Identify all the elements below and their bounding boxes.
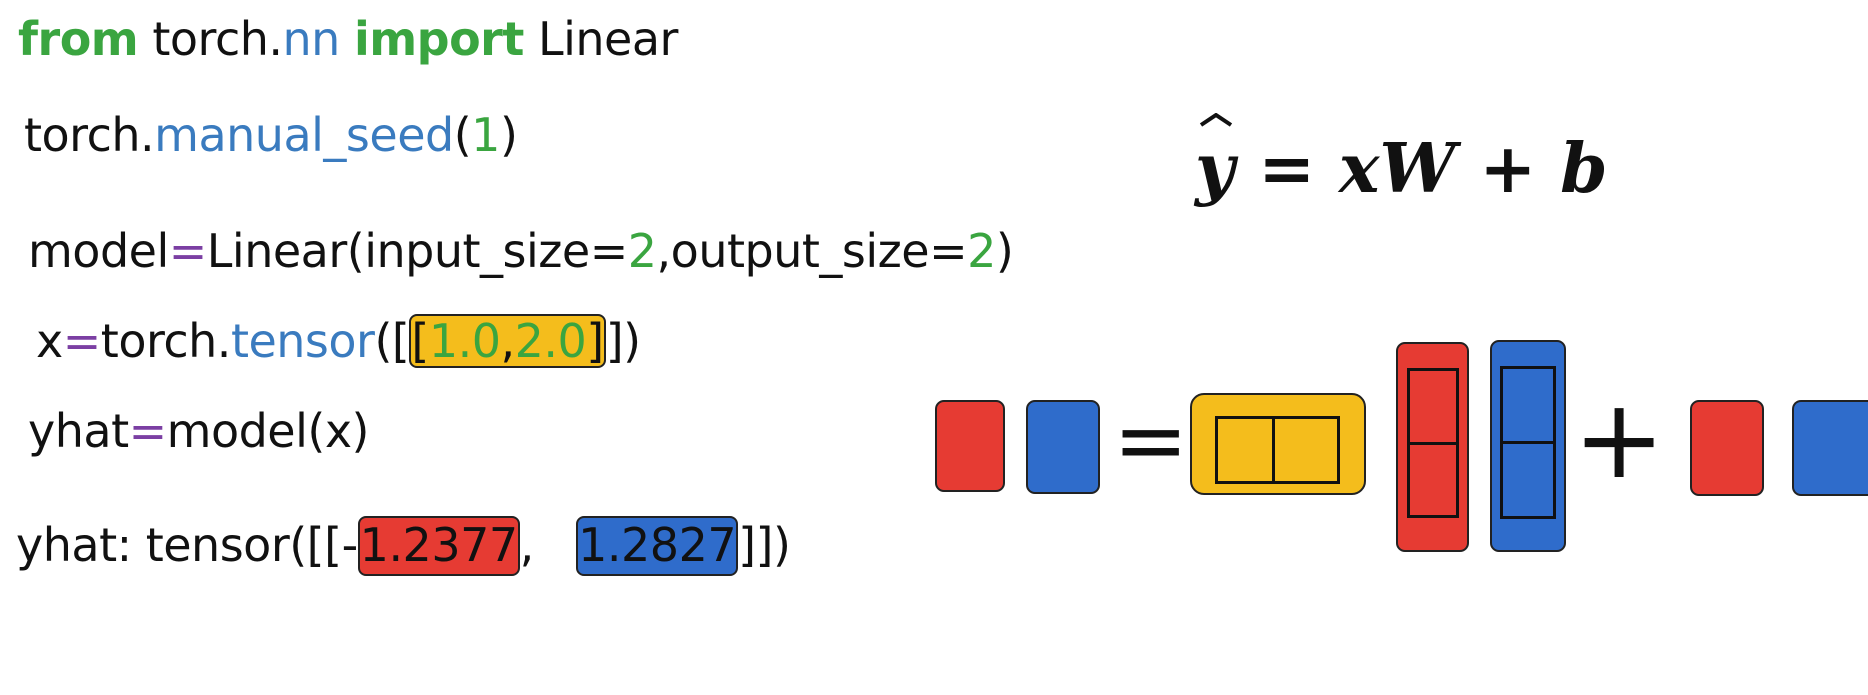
equation-y: y: [1195, 129, 1235, 209]
code-import-line: from torch.nn import Linear: [18, 16, 678, 62]
class-linear: Linear: [537, 12, 678, 66]
output-value-2-highlight: 1.2827: [576, 516, 739, 576]
code-seed-line: torch.manual_seed(1): [24, 112, 518, 158]
output-red-block: [935, 400, 1005, 492]
x-value-2: 2.0: [514, 314, 587, 368]
x-comma: ,: [500, 314, 515, 368]
weight-cell-red-2: [1407, 442, 1459, 518]
linear-equation: y = xW + b: [1195, 113, 1608, 203]
x-value-1: 1.0: [428, 314, 501, 368]
x-assign: =: [62, 314, 102, 368]
x-inner-bracket: [: [411, 314, 429, 368]
x-input-highlight: [1.0,2.0]: [409, 314, 606, 368]
x-inner-bracket-close: ]: [586, 314, 604, 368]
bias-red-block: [1690, 400, 1764, 496]
weight-cell-blue-2: [1500, 441, 1556, 519]
model-input-size: 2: [627, 224, 657, 278]
seed-arg: 1: [471, 108, 500, 162]
bias-blue-block: [1792, 400, 1868, 496]
code-model-line: model=Linear(input_size=2,output_size=2): [28, 228, 1014, 274]
keyword-from: from: [18, 12, 139, 66]
output-separator: ,: [519, 518, 577, 572]
seed-function: manual_seed: [154, 108, 454, 162]
x-tensor-fn: tensor: [230, 314, 375, 368]
module-nn: nn: [282, 12, 341, 66]
model-mid: ,output_size=: [656, 224, 968, 278]
output-blue-block: [1026, 400, 1100, 494]
seed-close-paren: ): [499, 108, 518, 162]
output-close: ]]): [738, 518, 791, 572]
yhat-var: yhat: [28, 404, 129, 458]
hat-accent-icon: [1199, 113, 1233, 127]
equation-yhat: y: [1195, 113, 1235, 203]
equals-sign: =: [1113, 388, 1189, 493]
model-close: ): [995, 224, 1014, 278]
output-value-1-highlight: 1.2377: [357, 516, 520, 576]
model-assign: =: [168, 224, 208, 278]
yhat-call: model(x): [166, 404, 370, 458]
x-torch: torch.: [100, 314, 232, 368]
keyword-import: import: [353, 12, 524, 66]
x-close: ]): [605, 314, 641, 368]
seed-torch: torch.: [24, 108, 155, 162]
yhat-assign: =: [128, 404, 168, 458]
x-open: ([: [374, 314, 410, 368]
plus-sign: +: [1573, 375, 1666, 503]
model-output-size: 2: [967, 224, 996, 278]
input-cell-2: [1272, 416, 1340, 484]
weight-cell-red-1: [1407, 368, 1459, 445]
code-yhat-line: yhat=model(x): [28, 408, 370, 454]
weight-cell-blue-1: [1500, 366, 1556, 444]
x-var: x: [36, 314, 63, 368]
output-value-1: 1.2377: [359, 518, 518, 572]
input-cell-1: [1215, 416, 1275, 484]
output-label: yhat: tensor([[-: [16, 518, 358, 572]
code-x-line: x=torch.tensor([[1.0,2.0]]): [36, 314, 641, 368]
model-var: model: [28, 224, 169, 278]
seed-open-paren: (: [453, 108, 472, 162]
output-value-2: 1.2827: [578, 518, 737, 572]
equation-rest: = xW + b: [1234, 129, 1608, 209]
model-call: Linear(input_size=: [206, 224, 628, 278]
module-torch: torch.: [152, 12, 283, 66]
output-line: yhat: tensor([[-1.2377, 1.2827]]): [16, 516, 791, 576]
